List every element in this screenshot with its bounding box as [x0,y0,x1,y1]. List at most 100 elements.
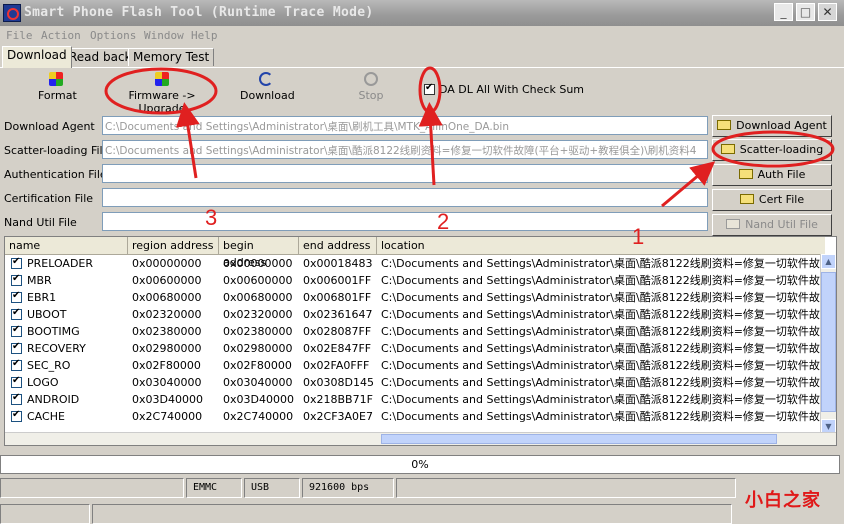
window-title: Smart Phone Flash Tool (Runtime Trace Mo… [24,5,374,20]
column-header-end-address[interactable]: end address [299,237,377,254]
row-checkbox[interactable] [11,324,22,337]
download-agent-button[interactable]: Download Agent [712,115,832,137]
download-agent-field[interactable]: C:\Documents and Settings\Administrator\… [102,116,708,135]
table-row[interactable]: RECOVERY 0x02980000 0x02980000 0x02E847FF C:… [5,340,825,357]
tab-read-back[interactable]: Read back [64,48,137,66]
download-button[interactable]: Download [240,72,295,102]
folder-icon [726,219,741,229]
cell-begin-address: 0x00600000 [223,274,293,287]
row-checkbox[interactable] [11,409,22,422]
nand-util-field[interactable] [102,212,708,231]
menu-options[interactable]: Options [90,29,136,42]
table-row[interactable]: ANDROID 0x03D40000 0x03D40000 0x218BB71F C:\… [5,391,825,408]
cell-begin-address: 0x02F80000 [223,359,292,372]
cell-end-address: 0x0308D145 [303,376,374,389]
table-row[interactable]: PRELOADER 0x00000000 0x00000000 0x00018483 C… [5,255,825,272]
tab-memory-test[interactable]: Memory Test [128,48,215,66]
cell-region-address: 0x00000000 [132,257,202,270]
stop-button[interactable]: Stop [357,72,385,102]
title-bar: Smart Phone Flash Tool (Runtime Trace Mo… [0,0,844,26]
status-cell-empty-1 [0,478,184,498]
table-row[interactable]: BOOTIMG 0x02380000 0x02380000 0x028087FF C:\… [5,323,825,340]
row-checkbox[interactable] [11,341,22,354]
column-header-location[interactable]: location [377,237,825,254]
cell-region-address: 0x02380000 [132,325,202,338]
nand-util-label: Nand Util File [4,216,77,229]
scatter-loading-button-label: Scatter-loading [739,143,824,156]
progress-text: 0% [411,458,429,471]
close-button[interactable]: ✕ [818,3,837,21]
cell-name: SEC_RO [27,359,71,372]
status2-cell-2 [92,504,732,524]
scatter-loading-button[interactable]: Scatter-loading [712,139,832,161]
table-row[interactable]: MBR 0x00600000 0x00600000 0x006001FF C:\Docu… [5,272,825,289]
tab-strip: Download Read back Memory Test [0,46,844,68]
menu-bar: File Action Options Window Help [0,27,844,44]
cell-name: BOOTIMG [27,325,80,338]
cell-region-address: 0x03040000 [132,376,202,389]
tab-download[interactable]: Download [2,46,72,68]
checksum-checkbox[interactable]: DA DL All With Check Sum [424,82,584,96]
row-checkbox[interactable] [11,273,22,286]
cell-name: MBR [27,274,52,287]
maximize-button[interactable]: □ [796,3,815,21]
firmware-upgrade-icon [155,72,169,86]
cell-end-address: 0x02E847FF [303,342,372,355]
row-checkbox[interactable] [11,256,22,269]
status-bar-secondary [0,502,844,524]
cell-begin-address: 0x00680000 [223,291,293,304]
stop-icon [364,72,378,86]
menu-file[interactable]: File [6,29,33,42]
certification-label: Certification File [4,192,94,205]
cell-end-address: 0x02361647 [303,308,373,321]
cell-region-address: 0x02980000 [132,342,202,355]
horizontal-scrollbar[interactable] [5,432,836,445]
cell-location: C:\Documents and Settings\Administrator\… [381,325,825,338]
menu-window[interactable]: Window [144,29,184,42]
scatter-loading-field[interactable]: C:\Documents and Settings\Administrator\… [102,140,708,159]
toolbar: Format Firmware -> Upgrade Download Stop [0,68,844,115]
row-checkbox[interactable] [11,358,22,371]
table-row[interactable]: LOGO 0x03040000 0x03040000 0x0308D145 C:\Doc… [5,374,825,391]
row-checkbox[interactable] [11,307,22,320]
horizontal-scroll-thumb[interactable] [381,434,777,444]
column-header-region-address[interactable]: region address [128,237,219,254]
cell-name: RECOVERY [27,342,86,355]
table-row[interactable]: UBOOT 0x02320000 0x02320000 0x02361647 C:\Do… [5,306,825,323]
table-row[interactable]: CACHE 0x2C740000 0x2C740000 0x2CF3A0E7 C:\Do… [5,408,825,425]
cell-begin-address: 0x02380000 [223,325,293,338]
vertical-scrollbar[interactable]: ▲ ▼ [820,254,836,434]
folder-icon [738,169,753,179]
folder-icon [739,194,754,204]
column-header-begin-address[interactable]: begin address [219,237,299,269]
row-checkbox[interactable] [11,375,22,388]
menu-help[interactable]: Help [191,29,218,42]
firmware-upgrade-button[interactable]: Firmware -> Upgrade [110,72,214,115]
cert-file-button[interactable]: Cert File [712,189,832,211]
row-checkbox[interactable] [11,290,22,303]
column-header-name[interactable]: name [5,237,128,254]
download-icon [259,72,273,86]
format-button[interactable]: Format [38,72,77,102]
cell-end-address: 0x00018483 [303,257,373,270]
cell-begin-address: 0x02980000 [223,342,293,355]
cell-begin-address: 0x2C740000 [223,410,294,423]
cell-region-address: 0x00680000 [132,291,202,304]
cell-location: C:\Documents and Settings\Administrator\… [381,274,825,287]
format-icon [49,72,63,86]
authentication-field[interactable] [102,164,708,183]
scroll-up-icon[interactable]: ▲ [821,254,836,269]
nand-util-file-button[interactable]: Nand Util File [712,214,832,236]
auth-file-button[interactable]: Auth File [712,164,832,186]
table-row[interactable]: EBR1 0x00680000 0x00680000 0x006801FF C:\Doc… [5,289,825,306]
vertical-scroll-thumb[interactable] [821,272,836,412]
minimize-button[interactable]: _ [774,3,793,21]
cell-name: CACHE [27,410,65,423]
cell-region-address: 0x03D40000 [132,393,203,406]
certification-field[interactable] [102,188,708,207]
table-row[interactable]: SEC_RO 0x02F80000 0x02F80000 0x02FA0FFF C:\D… [5,357,825,374]
cell-location: C:\Documents and Settings\Administrator\… [381,257,825,270]
menu-action[interactable]: Action [41,29,81,42]
row-checkbox[interactable] [11,392,22,405]
cell-region-address: 0x00600000 [132,274,202,287]
